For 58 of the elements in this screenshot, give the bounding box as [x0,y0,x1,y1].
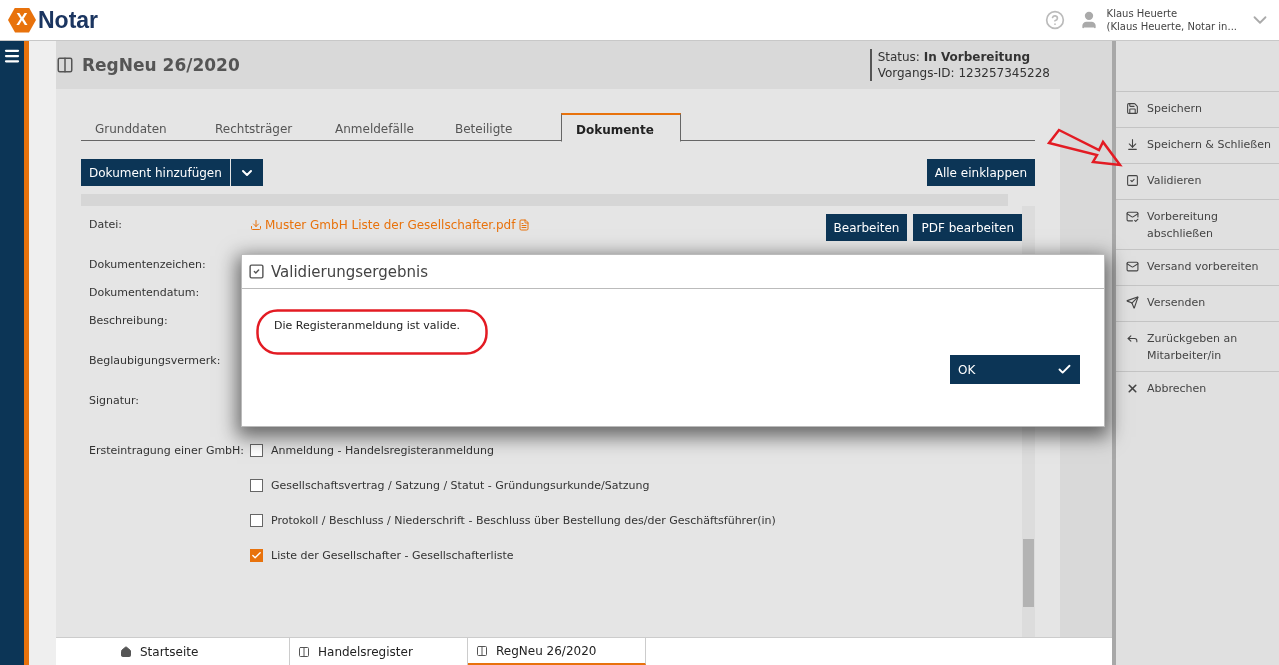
status-text: Status: In Vorbereitung [877,49,1032,65]
tab[interactable]: Dokumente [561,113,681,142]
checkbox-icon [1126,174,1139,187]
category-option[interactable]: Gesellschaftsvertrag / Satzung / Statut - Gründungsurkunde/Satzung [250,479,776,492]
edit-button[interactable]: Bearbeiten [825,214,908,241]
action-button[interactable]: Validieren [1116,163,1279,199]
envelope-icon [1126,210,1139,223]
tab[interactable]: Anmeldefälle [321,113,441,141]
user-role: (Klaus Heuerte, Notar in... [1106,20,1237,33]
record-id: Vorgangs-ID: 123257345228 [877,65,1050,81]
download-icon [250,219,262,231]
book-icon [476,644,488,657]
menu-icon[interactable] [3,47,21,65]
dialog-message: Die Registeranmeldung ist valide. [274,319,460,332]
action-button[interactable]: Abbrechen [1116,371,1279,407]
close-icon [1126,382,1139,395]
app-logo: X Notar [8,6,99,34]
dropdown-button[interactable] [230,159,263,186]
field-label: Datei: [89,217,124,231]
action-button[interactable]: Speichern [1116,91,1279,127]
send-icon [1126,296,1139,309]
field-label: Signatur: [89,393,141,407]
checkbox[interactable] [250,514,263,527]
record-title: RegNeu 26/2020 [82,55,240,75]
home-icon [120,645,132,658]
field-label: Beschreibung: [89,313,169,327]
user-name: Klaus Heuerte [1106,7,1179,20]
category-option[interactable]: Liste der Gesellschafter - Gesellschafterliste [250,549,776,562]
action-button[interactable]: Zurückgeben an Mitarbeiter/in [1116,321,1279,371]
envelope-icon [1126,260,1139,273]
collapse-all-button[interactable]: Alle einklappen [926,159,1035,186]
dialog-title: Validierungsergebnis [271,262,428,281]
field-label: Beglaubigungsvermerk: [89,353,222,367]
field-label: Dokumentenzeichen: [89,257,207,271]
category-option[interactable]: Protokoll / Beschluss / Niederschrift - Beschluss über Bestellung des/der Geschäftsführer(in) [250,514,776,527]
tab[interactable]: Beteiligte [441,113,561,141]
action-button[interactable]: Versand vorbereiten [1116,249,1279,285]
category-option[interactable]: Anmeldung - Handelsregisteranmeldung [250,444,776,457]
edit-pdf-button[interactable]: PDF bearbeiten [913,214,1022,241]
action-button[interactable]: Speichern & Schließen [1116,127,1279,163]
reply-icon [1126,332,1139,345]
book-icon [298,645,310,658]
checkbox[interactable] [250,549,263,562]
checkbox-icon [248,263,265,280]
ok-button[interactable]: OK [950,355,1080,384]
window-tab[interactable]: RegNeu 26/2020 [468,638,646,665]
action-button[interactable]: Vorbereitung abschließen [1116,199,1279,249]
pdf-file-icon [518,219,531,231]
checkbox[interactable] [250,479,263,492]
check-icon [1057,362,1072,377]
action-button[interactable]: Versenden [1116,285,1279,321]
tab[interactable]: Rechtsträger [201,113,321,141]
checkbox[interactable] [250,444,263,457]
book-icon [56,56,74,74]
tab[interactable]: Grunddaten [81,113,201,141]
field-label: Ersteintragung einer GmbH: [89,443,246,457]
field-label: Dokumentendatum: [89,285,201,299]
add-document-button[interactable]: Dokument hinzufügen [81,159,230,186]
